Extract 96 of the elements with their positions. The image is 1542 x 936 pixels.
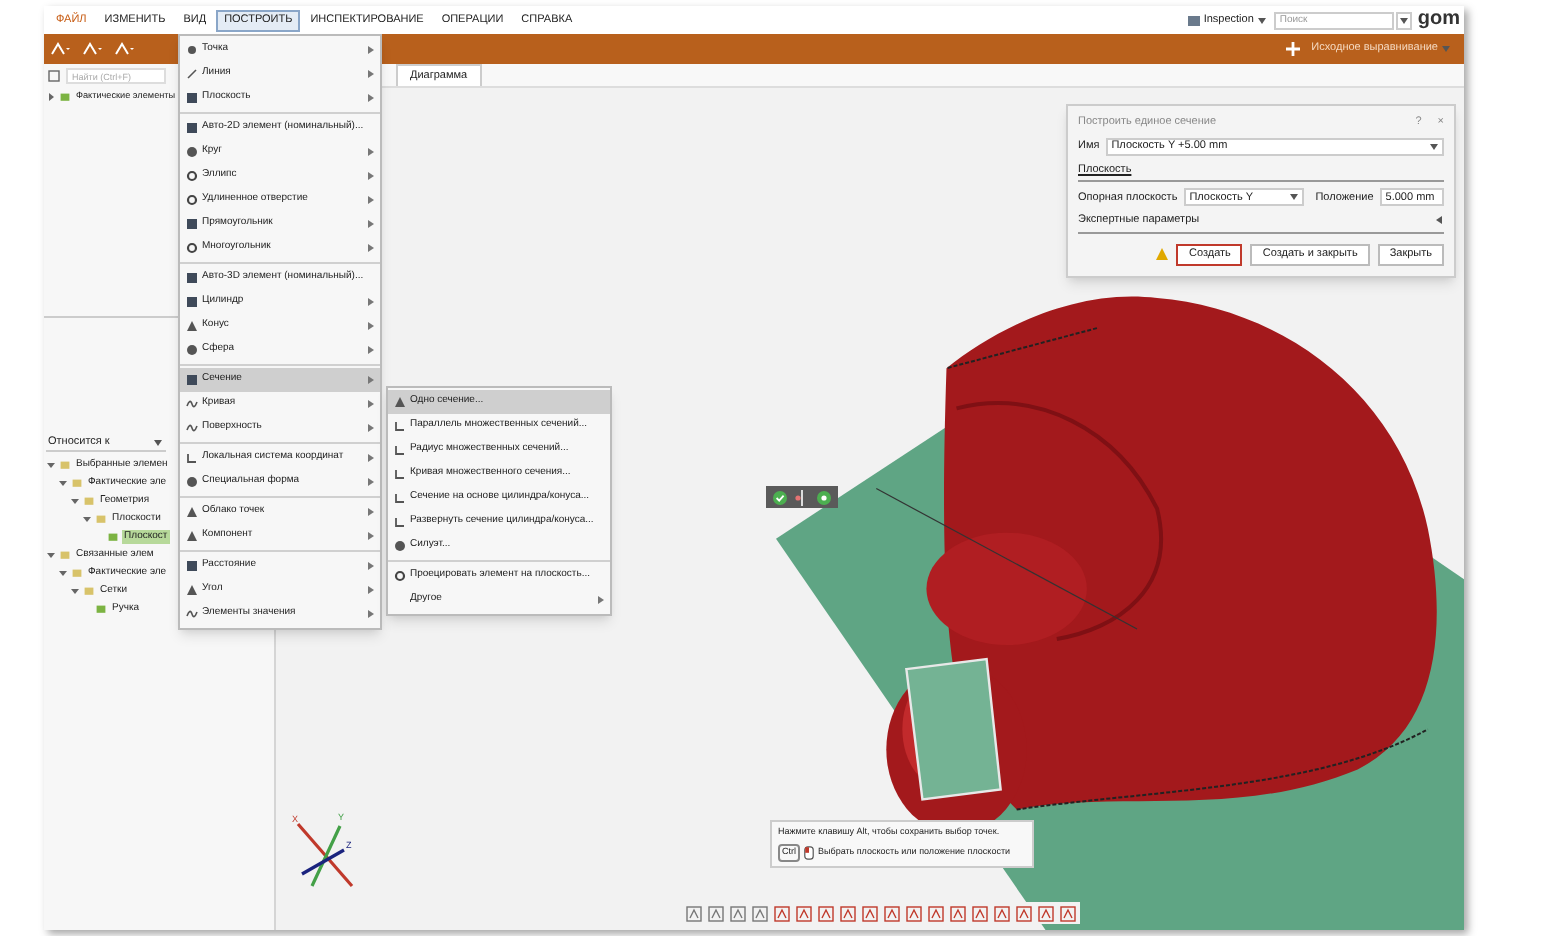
view-tool-icon[interactable] xyxy=(708,905,724,921)
submenu-arrow-icon xyxy=(367,400,374,408)
square-icon xyxy=(186,218,198,230)
dropdown-arrow-icon[interactable] xyxy=(1289,194,1298,201)
square-icon xyxy=(186,92,198,104)
dot-icon xyxy=(186,44,198,56)
view-tool-icon[interactable] xyxy=(730,905,746,921)
tree-node-icon xyxy=(60,550,70,560)
tree-node-icon xyxy=(96,604,106,614)
expanded-caret-icon[interactable] xyxy=(70,586,80,596)
view-tool-icon[interactable] xyxy=(818,905,834,921)
dropdown-arrow-icon[interactable] xyxy=(1399,17,1408,23)
mouse-icon xyxy=(804,845,814,860)
collapsed-caret-icon[interactable] xyxy=(46,92,56,102)
wave-icon xyxy=(186,608,198,620)
expanded-caret-icon[interactable] xyxy=(46,460,56,470)
expanded-caret-icon[interactable] xyxy=(58,478,68,488)
dropdown-arrow-icon[interactable] xyxy=(1257,17,1266,23)
view-tool-icon[interactable] xyxy=(884,905,900,921)
square-icon xyxy=(186,560,198,572)
eye-icon[interactable] xyxy=(816,489,832,505)
tree-node-icon xyxy=(60,460,70,470)
view-tool-icon[interactable] xyxy=(950,905,966,921)
submenu-arrow-icon xyxy=(367,70,374,78)
submenu-arrow-icon xyxy=(367,532,374,540)
tree-node-icon xyxy=(84,496,94,506)
submenu-arrow-icon xyxy=(367,148,374,156)
dropdown-button[interactable] xyxy=(1395,11,1412,29)
expanded-caret-icon[interactable] xyxy=(82,514,92,524)
expanded-caret-icon[interactable] xyxy=(46,550,56,560)
circle-icon xyxy=(186,476,198,488)
submenu-arrow-icon xyxy=(367,322,374,330)
submenu-arrow-icon xyxy=(367,346,374,354)
circle-icon xyxy=(394,540,406,552)
submenu-arrow-icon xyxy=(367,454,374,462)
submenu-arrow-icon xyxy=(367,172,374,180)
submenu-arrow-icon xyxy=(367,610,374,618)
submenu-arrow-icon xyxy=(367,94,374,102)
expanded-caret-icon[interactable] xyxy=(58,568,68,578)
tree-node-icon xyxy=(72,568,82,578)
view-tool-icon[interactable] xyxy=(1060,905,1076,921)
view-tool-icon[interactable] xyxy=(686,905,702,921)
circle-icon xyxy=(186,344,198,356)
view-tool-icon[interactable] xyxy=(928,905,944,921)
dropdown-arrow-icon[interactable] xyxy=(1430,144,1438,150)
warning-icon xyxy=(1156,248,1169,260)
expanded-caret-icon[interactable] xyxy=(70,496,80,506)
confirm-icon[interactable] xyxy=(772,489,788,505)
submenu-arrow-icon xyxy=(367,478,374,486)
view-tool-icon[interactable] xyxy=(840,905,856,921)
ring-icon xyxy=(394,570,406,582)
view-tool-icon[interactable] xyxy=(972,905,988,921)
plus-icon[interactable] xyxy=(1285,42,1300,56)
submenu-arrow-icon xyxy=(367,586,374,594)
triangle-icon xyxy=(394,396,406,408)
submenu-arrow-icon xyxy=(367,220,374,228)
submenu-arrow-icon xyxy=(367,298,374,306)
view-tool-icon[interactable] xyxy=(796,905,812,921)
square-icon xyxy=(186,272,198,284)
view-tool-icon[interactable] xyxy=(862,905,878,921)
ring-icon xyxy=(186,242,198,254)
view-tool-icon[interactable] xyxy=(1016,905,1032,921)
square-icon xyxy=(186,374,198,386)
submenu-arrow-icon xyxy=(367,196,374,204)
axes-icon xyxy=(186,452,198,464)
collapsed-caret-icon[interactable] xyxy=(1436,216,1444,225)
tree-node-icon xyxy=(72,478,82,488)
submenu-arrow-icon xyxy=(597,596,604,604)
tree-node-icon xyxy=(84,586,94,596)
toolbar-tool-icon[interactable] xyxy=(82,42,102,56)
triangle-icon xyxy=(186,320,198,332)
copy-icon[interactable] xyxy=(48,69,62,83)
submenu-arrow-icon xyxy=(367,376,374,384)
submenu-arrow-icon xyxy=(367,562,374,570)
submenu-arrow-icon xyxy=(367,244,374,252)
tree-node-icon xyxy=(60,92,70,102)
view-tool-icon[interactable] xyxy=(906,905,922,921)
square-icon xyxy=(186,122,198,134)
square-icon xyxy=(186,296,198,308)
toolbar-tool-icon[interactable] xyxy=(50,42,70,56)
view-tool-icon[interactable] xyxy=(774,905,790,921)
toolbar-tool-icon[interactable] xyxy=(114,42,134,56)
grid-icon xyxy=(1187,15,1200,25)
submenu-arrow-icon xyxy=(367,424,374,432)
tree-node-icon xyxy=(96,514,106,524)
view-tool-icon[interactable] xyxy=(752,905,768,921)
dropdown-arrow-icon[interactable] xyxy=(154,439,162,445)
submenu-arrow-icon xyxy=(367,46,374,54)
logo: gom xyxy=(1417,10,1460,30)
view-tool-icon[interactable] xyxy=(1038,905,1054,921)
triangle-icon xyxy=(186,584,198,596)
circle-icon xyxy=(186,146,198,158)
submenu-arrow-icon xyxy=(367,508,374,516)
tree-node-icon xyxy=(108,532,118,542)
line-icon xyxy=(186,68,198,80)
view-tool-icon[interactable] xyxy=(994,905,1010,921)
